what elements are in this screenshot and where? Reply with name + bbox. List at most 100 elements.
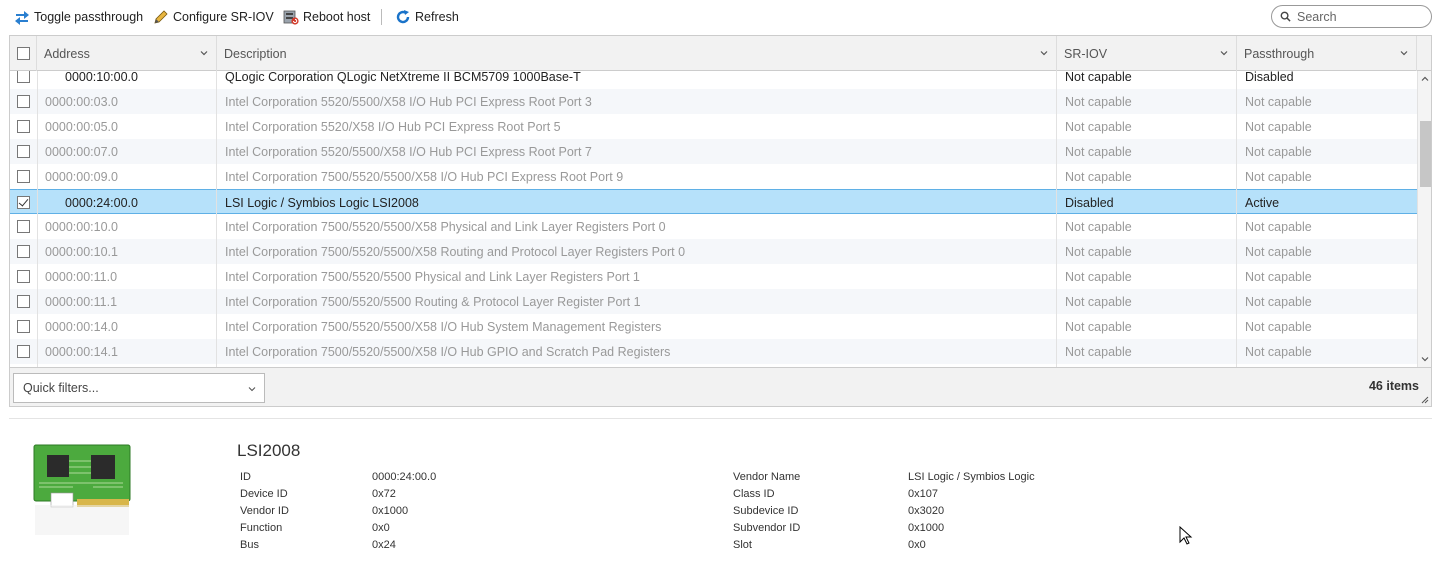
pci-devices-grid: Address Description SR-IOV Passthrough 0… bbox=[9, 35, 1432, 407]
column-header-description[interactable]: Description bbox=[217, 36, 1057, 71]
device-title: LSI2008 bbox=[237, 441, 301, 460]
resize-grip-icon[interactable] bbox=[1421, 396, 1429, 404]
property-key: Vendor ID bbox=[240, 505, 289, 517]
mouse-cursor-icon bbox=[1179, 526, 1193, 545]
row-checkbox-cell bbox=[10, 71, 37, 89]
passthrough-cell: Active bbox=[1245, 195, 1280, 210]
row-checkbox-cell bbox=[10, 89, 37, 114]
row-checkbox[interactable] bbox=[17, 120, 30, 133]
sriov-cell: Not capable bbox=[1065, 269, 1132, 284]
chevron-down-icon[interactable] bbox=[1400, 49, 1408, 57]
description-cell: Intel Corporation 5520/X58 I/O Hub PCI E… bbox=[225, 119, 561, 134]
row-checkbox-cell bbox=[10, 114, 37, 139]
property-value: LSI Logic / Symbios Logic bbox=[908, 471, 1035, 483]
refresh-button[interactable]: Refresh bbox=[395, 7, 459, 27]
search-input[interactable] bbox=[1295, 8, 1425, 25]
table-row[interactable]: 0000:00:07.0 Intel Corporation 5520/5500/… bbox=[10, 139, 1417, 164]
row-checkbox[interactable] bbox=[17, 170, 30, 183]
passthrough-cell: Not capable bbox=[1245, 319, 1312, 334]
property-key: Vendor Name bbox=[733, 471, 801, 483]
description-cell: Intel Corporation 7500/5520/5500/X58 I/O… bbox=[225, 344, 671, 359]
column-divider bbox=[1236, 71, 1237, 367]
chevron-down-icon[interactable] bbox=[200, 49, 208, 57]
description-cell: Intel Corporation 7500/5520/5500/X58 I/O… bbox=[225, 319, 662, 334]
chevron-down-icon[interactable] bbox=[1220, 49, 1228, 57]
configure-sriov-button[interactable]: Configure SR-IOV bbox=[153, 7, 274, 27]
property-value: 0x1000 bbox=[372, 505, 409, 517]
passthrough-cell: Not capable bbox=[1245, 119, 1312, 134]
refresh-label: Refresh bbox=[415, 10, 459, 24]
column-header-passthrough-label: Passthrough bbox=[1244, 46, 1315, 61]
property-value: 0x1000 bbox=[908, 522, 945, 534]
row-checkbox[interactable] bbox=[17, 345, 30, 358]
chevron-down-icon bbox=[248, 387, 256, 392]
scroll-down-icon[interactable] bbox=[1421, 355, 1429, 363]
table-row[interactable]: 0000:00:05.0 Intel Corporation 5520/X58 I… bbox=[10, 114, 1417, 139]
sriov-cell: Not capable bbox=[1065, 144, 1132, 159]
search-box[interactable] bbox=[1271, 5, 1432, 28]
chevron-down-icon[interactable] bbox=[1040, 49, 1048, 57]
column-header-sriov[interactable]: SR-IOV bbox=[1057, 36, 1237, 71]
address-cell: 0000:00:09.0 bbox=[45, 169, 118, 184]
table-row[interactable]: 0000:00:14.1 Intel Corporation 7500/5520/… bbox=[10, 339, 1417, 364]
vertical-scrollbar[interactable] bbox=[1417, 71, 1431, 367]
property-value: 0x0 bbox=[908, 539, 926, 551]
table-row[interactable]: 0000:10:00.0 QLogic Corporation QLogic Ne… bbox=[10, 71, 1417, 89]
property-key: Subdevice ID bbox=[733, 505, 799, 517]
property-key: Class ID bbox=[733, 488, 775, 500]
row-checkbox-cell bbox=[10, 190, 37, 215]
table-row[interactable]: 0000:00:11.1 Intel Corporation 7500/5520/… bbox=[10, 289, 1417, 314]
select-all-checkbox[interactable] bbox=[16, 47, 30, 60]
scroll-up-icon[interactable] bbox=[1421, 75, 1429, 83]
scrollbar-thumb[interactable] bbox=[1420, 121, 1431, 187]
passthrough-cell: Not capable bbox=[1245, 294, 1312, 309]
table-row[interactable]: 0000:00:10.0 Intel Corporation 7500/5520/… bbox=[10, 214, 1417, 239]
quick-filters-select[interactable]: Quick filters... bbox=[13, 373, 265, 403]
reboot-host-button[interactable]: Reboot host bbox=[283, 7, 370, 27]
table-row[interactable]: 0000:00:14.0 Intel Corporation 7500/5520/… bbox=[10, 314, 1417, 339]
column-divider bbox=[37, 71, 38, 367]
passthrough-cell: Not capable bbox=[1245, 144, 1312, 159]
sriov-cell: Not capable bbox=[1065, 71, 1132, 84]
reboot-host-label: Reboot host bbox=[303, 10, 371, 24]
row-checkbox[interactable] bbox=[17, 71, 30, 83]
property-key: Subvendor ID bbox=[733, 522, 801, 534]
table-row[interactable]: 0000:00:11.0 Intel Corporation 7500/5520/… bbox=[10, 264, 1417, 289]
row-checkbox[interactable] bbox=[17, 295, 30, 308]
pencil-icon bbox=[154, 10, 168, 24]
property-value: 0x24 bbox=[372, 539, 396, 551]
description-cell: LSI Logic / Symbios Logic LSI2008 bbox=[225, 195, 419, 210]
row-checkbox[interactable] bbox=[17, 270, 30, 283]
row-checkbox[interactable] bbox=[17, 145, 30, 158]
toggle-passthrough-icon bbox=[15, 11, 29, 25]
grid-header: Address Description SR-IOV Passthrough bbox=[10, 36, 1431, 71]
row-checkbox[interactable] bbox=[17, 220, 30, 233]
table-row[interactable]: 0000:00:03.0 Intel Corporation 5520/5500/… bbox=[10, 89, 1417, 114]
column-header-sriov-label: SR-IOV bbox=[1064, 46, 1108, 61]
row-checkbox-cell bbox=[10, 289, 37, 314]
grid-footer: Quick filters... 46 items bbox=[10, 367, 1431, 406]
sriov-cell: Not capable bbox=[1065, 319, 1132, 334]
column-divider bbox=[1056, 71, 1057, 367]
toggle-passthrough-button[interactable]: Toggle passthrough bbox=[14, 7, 143, 27]
table-row[interactable]: 0000:00:10.1 Intel Corporation 7500/5520/… bbox=[10, 239, 1417, 264]
search-icon bbox=[1280, 11, 1291, 22]
table-row[interactable]: 0000:00:09.0 Intel Corporation 7500/5520/… bbox=[10, 164, 1417, 189]
address-cell: 0000:00:10.0 bbox=[45, 219, 118, 234]
column-header-passthrough[interactable]: Passthrough bbox=[1237, 36, 1417, 71]
grid-body: 0000:10:00.0 QLogic Corporation QLogic Ne… bbox=[10, 71, 1417, 367]
property-key: Function bbox=[240, 522, 283, 534]
sriov-cell: Not capable bbox=[1065, 94, 1132, 109]
row-checkbox[interactable] bbox=[17, 95, 30, 108]
column-header-address[interactable]: Address bbox=[37, 36, 217, 71]
property-key: ID bbox=[240, 471, 251, 483]
table-row[interactable]: 0000:24:00.0 LSI Logic / Symbios Logic LS… bbox=[10, 189, 1417, 214]
passthrough-cell: Not capable bbox=[1245, 269, 1312, 284]
row-checkbox-cell bbox=[10, 164, 37, 189]
row-checkbox[interactable] bbox=[17, 245, 30, 258]
column-header-description-label: Description bbox=[224, 46, 287, 61]
row-checkbox[interactable] bbox=[17, 196, 30, 209]
row-checkbox[interactable] bbox=[17, 320, 30, 333]
address-cell: 0000:00:14.1 bbox=[45, 344, 118, 359]
pci-card-icon bbox=[33, 444, 131, 535]
